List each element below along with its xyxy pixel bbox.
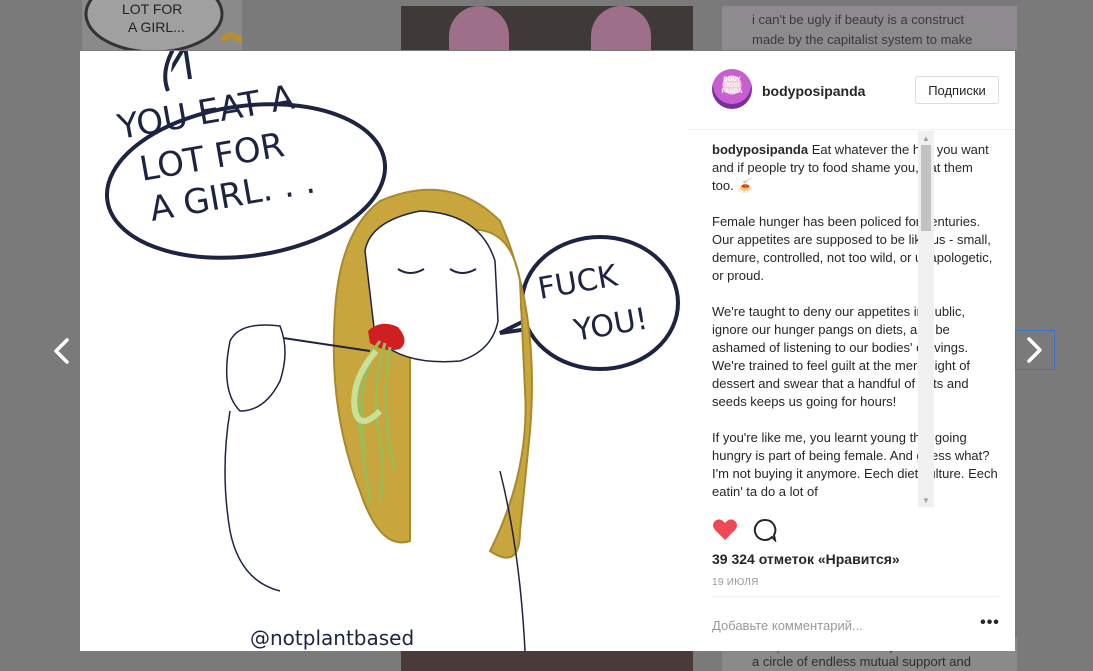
post-modal: YOU EAT A LOT FOR A GIRL. . . FUCK YOU! [80,51,1015,651]
avatar-text-line: PANDA [721,89,743,95]
background-photo-tile-bottom[interactable] [401,651,693,671]
likes-count[interactable]: 39 324 отметок «Нравится» [712,551,900,567]
bg-text-line: i can't be ugly if beauty is a construct [752,12,965,27]
author-username-link[interactable]: bodyposipanda [762,83,865,99]
comment-input[interactable] [712,615,962,635]
scroll-down-arrow-icon[interactable]: ▼ [918,493,934,507]
post-image[interactable]: YOU EAT A LOT FOR A GIRL. . . FUCK YOU! [80,51,688,651]
background-speech-bubble: LOT FOR A GIRL... [84,0,242,50]
caption-container[interactable]: bodyposipanda Eat whatever the hell you … [712,141,998,507]
bg-text-line: a circle of endless mutual support and [752,654,971,669]
background-photo-tile[interactable] [401,6,693,50]
bg-photo-face [591,6,651,50]
next-post-button[interactable] [1015,330,1055,370]
caption-username-link[interactable]: bodyposipanda [712,142,808,157]
background-art-tile[interactable]: LOT FOR A GIRL... [82,0,242,50]
caption-paragraph: Female hunger has been policed for centu… [712,214,993,283]
post-header: BODY POSI PANDA bodyposipanda Подписки [688,51,1015,130]
post-date[interactable]: 19 ИЮЛЯ [712,577,759,588]
post-illustration: YOU EAT A LOT FOR A GIRL. . . FUCK YOU! [104,51,680,651]
comment-bar: ••• [712,596,999,653]
background-text-tile[interactable]: i can't be ugly if beauty is a construct… [722,6,1017,50]
post-actions [712,517,778,547]
artist-signature: @notplantbased [250,626,414,650]
previous-post-button[interactable] [44,331,78,371]
scrollbar-thumb[interactable] [921,145,931,231]
bg-text-line: made by the capitalist system to make [752,32,973,47]
scroll-up-arrow-icon[interactable]: ▲ [918,131,934,145]
caption-paragraph: If you're like me, you learnt young that… [712,430,998,499]
bg-photo-face [449,6,509,50]
more-options-button[interactable]: ••• [980,611,1000,635]
post-sidebar: BODY POSI PANDA bodyposipanda Подписки b… [688,51,1015,651]
avatar-text: BODY POSI PANDA [712,77,752,95]
heart-icon [713,518,737,540]
caption: bodyposipanda Eat whatever the hell you … [712,141,998,501]
comment-bubble-icon [753,518,777,543]
comment-button[interactable] [752,518,778,547]
chevron-left-icon [54,338,69,364]
caption-paragraph: We're taught to deny our appetites in pu… [712,304,971,409]
bg-bubble-line-2: A GIRL... [128,19,185,35]
author-avatar[interactable]: BODY POSI PANDA [712,69,752,109]
arm [224,410,281,592]
bg-bubble-line-1: LOT FOR [122,1,182,17]
chevron-right-icon [1027,337,1042,363]
hand [225,324,286,412]
caption-scrollbar[interactable]: ▲ ▼ [918,131,934,507]
caption-paragraph: bodyposipanda Eat whatever the hell you … [712,141,998,195]
like-button[interactable] [712,518,738,547]
following-button[interactable]: Подписки [915,76,999,104]
